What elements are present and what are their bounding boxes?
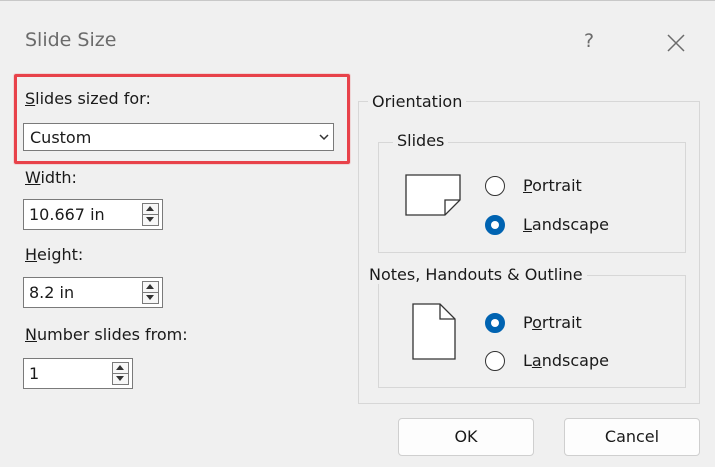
portrait-page-icon (412, 303, 456, 360)
notes-portrait-radio[interactable] (485, 313, 505, 333)
slides-portrait-accesskey: P (523, 176, 533, 195)
ok-button[interactable]: OK (398, 418, 534, 456)
width-spin-buttons[interactable] (142, 203, 159, 226)
slides-sized-for-value: Custom (30, 128, 92, 147)
help-button[interactable]: ? (575, 26, 603, 56)
notes-landscape-first: L (523, 351, 532, 370)
number-spin-buttons[interactable] (112, 362, 129, 385)
number-slides-from-value: 1 (29, 364, 40, 383)
slides-landscape-label[interactable]: Landscape (523, 215, 609, 234)
notes-portrait-accesskey: o (532, 313, 542, 332)
notes-landscape-radio[interactable] (485, 351, 505, 371)
slides-portrait-label[interactable]: Portrait (523, 176, 582, 195)
height-accesskey: H (25, 245, 38, 264)
spin-divider (143, 214, 158, 215)
spin-up-icon[interactable] (146, 284, 154, 289)
width-label: Width: (25, 168, 77, 187)
cancel-button[interactable]: Cancel (564, 418, 700, 456)
width-spinner[interactable]: 10.667 in (23, 199, 163, 230)
slides-sized-for-accesskey: S (25, 89, 36, 108)
slides-orientation-label: Slides (393, 131, 449, 150)
width-label-rest: idth: (40, 168, 77, 187)
height-spin-buttons[interactable] (142, 281, 159, 304)
number-slides-from-spinner[interactable]: 1 (23, 358, 133, 389)
notes-orientation-label: Notes, Handouts & Outline (365, 265, 587, 284)
number-slides-from-label: Number slides from: (25, 325, 188, 344)
slides-landscape-accesskey: L (523, 215, 532, 234)
spin-divider (113, 373, 128, 374)
close-icon (667, 34, 685, 52)
spin-down-icon[interactable] (146, 217, 154, 222)
notes-landscape-label[interactable]: Landscape (523, 351, 609, 370)
slides-sized-for-label-rest: lides sized for: (35, 89, 151, 108)
number-label-rest: umber slides from: (36, 325, 188, 344)
title-bar-divider (0, 0, 715, 1)
slides-sized-for-label: Slides sized for: (25, 89, 151, 108)
orientation-label: Orientation (368, 92, 467, 111)
number-accesskey: N (25, 325, 37, 344)
landscape-page-icon (405, 174, 461, 216)
spin-divider (143, 292, 158, 293)
dialog-title: Slide Size (25, 29, 117, 51)
slides-landscape-radio[interactable] (485, 215, 505, 235)
close-button[interactable] (661, 28, 691, 58)
width-accesskey: W (25, 168, 41, 187)
spin-down-icon[interactable] (146, 295, 154, 300)
notes-portrait-label[interactable]: Portrait (523, 313, 582, 332)
width-value: 10.667 in (29, 205, 105, 224)
chevron-down-icon (319, 134, 329, 141)
height-label-rest: eight: (37, 245, 84, 264)
notes-portrait-rest: rtrait (541, 313, 582, 332)
spin-down-icon[interactable] (116, 376, 124, 381)
slides-portrait-radio[interactable] (485, 176, 505, 196)
slides-portrait-rest: ortrait (532, 176, 582, 195)
notes-landscape-rest: ndscape (541, 351, 609, 370)
slides-landscape-rest: andscape (531, 215, 609, 234)
height-value: 8.2 in (29, 283, 75, 302)
notes-portrait-first: P (523, 313, 533, 332)
slides-sized-for-select[interactable]: Custom (23, 123, 334, 151)
spin-up-icon[interactable] (116, 365, 124, 370)
notes-landscape-accesskey: a (531, 351, 542, 370)
height-label: Height: (25, 245, 83, 264)
slide-size-dialog: Slide Size ? Slides sized for: Custom Wi… (0, 0, 715, 467)
height-spinner[interactable]: 8.2 in (23, 277, 163, 308)
spin-up-icon[interactable] (146, 206, 154, 211)
